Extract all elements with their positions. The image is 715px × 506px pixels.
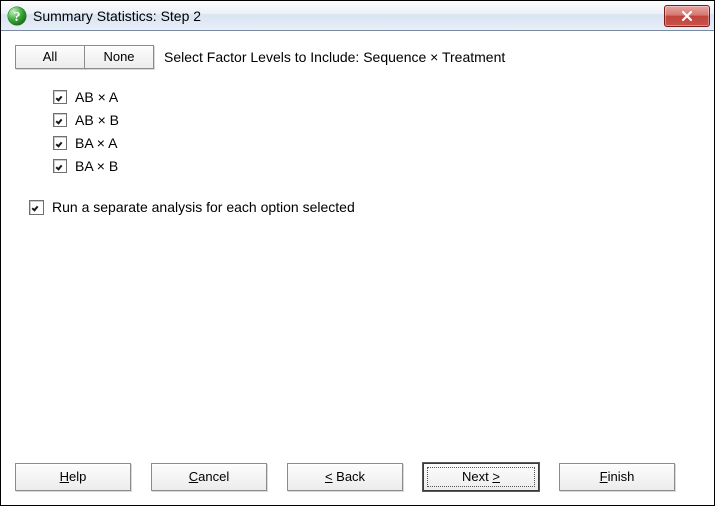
factor-label: BA × B [75,157,118,175]
factor-checkbox[interactable] [53,159,67,173]
close-button[interactable] [664,5,710,27]
factor-toolbar: All None Select Factor Levels to Include… [15,45,700,69]
wizard-footer: Help Cancel < Back Next > Finish [1,449,714,505]
select-none-button[interactable]: None [84,45,154,69]
separate-analysis-checkbox[interactable] [29,200,44,215]
factor-list: AB × A AB × B BA × A BA × B [53,83,700,180]
factor-label: AB × B [75,111,119,129]
svg-text:?: ? [14,10,21,25]
factor-checkbox[interactable] [53,90,67,104]
separate-analysis-label: Run a separate analysis for each option … [52,198,355,216]
factor-label: BA × A [75,134,117,152]
factor-checkbox[interactable] [53,113,67,127]
select-all-button[interactable]: All [15,45,85,69]
cancel-button[interactable]: Cancel [151,463,267,491]
window-title: Summary Statistics: Step 2 [33,8,664,24]
dialog-window: ? Summary Statistics: Step 2 All None Se… [0,0,715,506]
help-icon: ? [7,6,27,26]
finish-button[interactable]: Finish [559,463,675,491]
spacer [15,221,700,449]
list-item: AB × B [53,111,700,129]
list-item: AB × A [53,88,700,106]
back-button[interactable]: < Back [287,463,403,491]
select-buttons-group: All None [15,45,154,69]
factor-checkbox[interactable] [53,136,67,150]
list-item: BA × B [53,157,700,175]
factor-label: AB × A [75,88,118,106]
help-button[interactable]: Help [15,463,131,491]
titlebar: ? Summary Statistics: Step 2 [1,1,714,31]
next-button[interactable]: Next > [423,463,539,491]
dialog-body: All None Select Factor Levels to Include… [1,31,714,449]
factor-section-label: Select Factor Levels to Include: Sequenc… [164,49,505,65]
list-item: BA × A [53,134,700,152]
separate-analysis-option: Run a separate analysis for each option … [29,198,700,216]
close-icon [680,10,694,22]
